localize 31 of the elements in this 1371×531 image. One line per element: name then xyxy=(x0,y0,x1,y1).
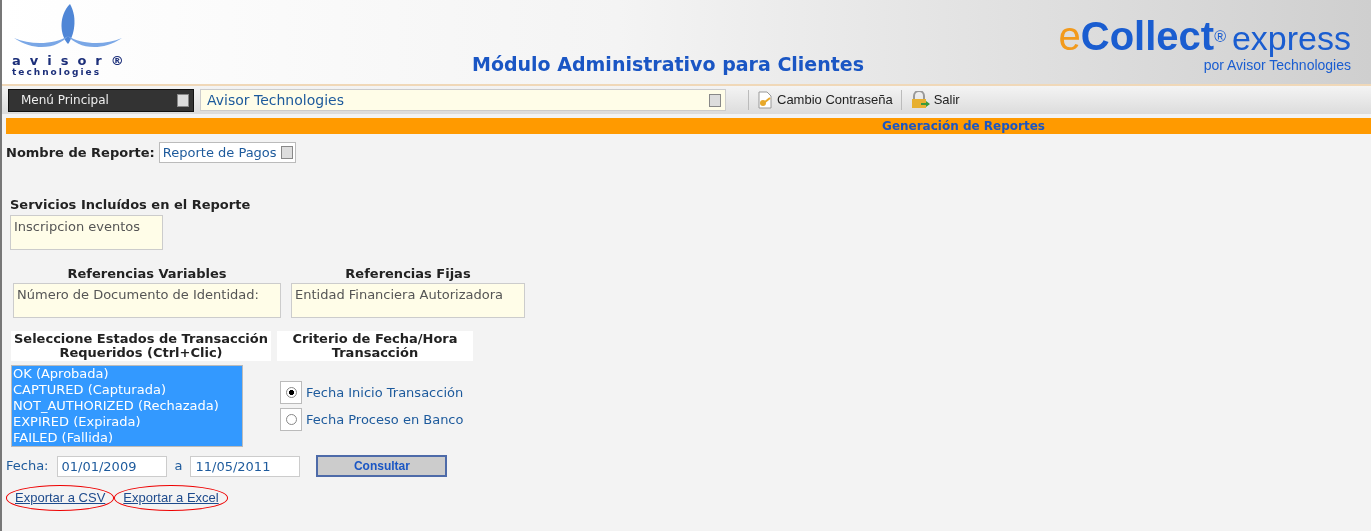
date-separator: a xyxy=(174,457,183,476)
logo-subtitle: technologies xyxy=(12,67,102,77)
main-menu-button[interactable]: Menú Principal xyxy=(8,88,194,112)
logout-button[interactable]: Salir xyxy=(900,90,968,110)
criteria-heading: Criterio de Fecha/Hora Transacción xyxy=(277,331,473,361)
services-heading: Servicios Incluídos en el Reporte xyxy=(10,196,252,214)
radio-label: Fecha Inicio Transacción xyxy=(306,383,464,402)
report-label: Nombre de Reporte: xyxy=(6,143,155,162)
radio-button[interactable] xyxy=(285,387,297,398)
brand-logo: eCollect$^{®}$ express xyxy=(1058,16,1351,58)
change-password-button[interactable]: Cambio Contraseña xyxy=(748,90,901,110)
reference-field: Número de Documento de Identidad: xyxy=(13,283,281,318)
report-select[interactable]: Reporte de Pagos xyxy=(158,142,296,163)
consult-button[interactable]: Consultar xyxy=(316,455,448,477)
date-label: Fecha: xyxy=(6,457,49,476)
start-date-field[interactable]: 01/01/2009 xyxy=(56,455,167,477)
radio-label: Fecha Proceso en Banco xyxy=(306,410,464,429)
brand-byline: por Avisor Technologies xyxy=(1202,58,1351,72)
services-field: Inscripcion eventos xyxy=(10,214,163,250)
document-key-icon xyxy=(757,91,773,109)
end-date-field[interactable]: 11/05/2011 xyxy=(190,455,301,477)
reference-heading: Referencias Fijas xyxy=(344,264,472,283)
section-title: Generación de Reportes xyxy=(6,118,1371,134)
states-heading: Seleccione Estados de Transacción Requeridos (Ctrl+Clic) xyxy=(11,331,271,361)
reference-field: Entidad Financiera Autorizadora xyxy=(291,283,525,318)
radio-button[interactable] xyxy=(285,414,297,425)
padlock-icon xyxy=(909,91,930,109)
client-select[interactable]: Avisor Technologies xyxy=(200,89,726,111)
reference-heading: Referencias Variables xyxy=(66,264,228,283)
logo-text: avisor® xyxy=(12,54,122,67)
page-title: Módulo Administrativo para Clientes xyxy=(472,52,865,77)
